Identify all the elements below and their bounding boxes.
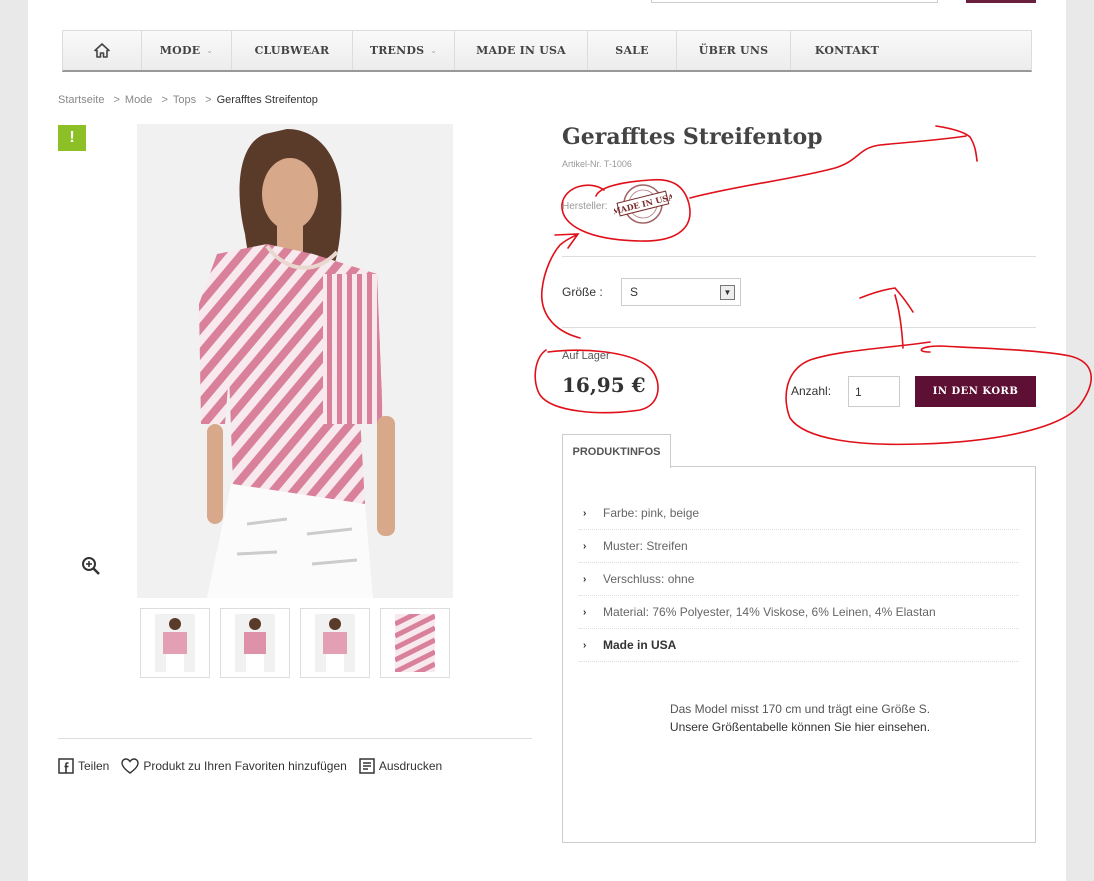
info-list-item: › Material: 76% Polyester, 14% Viskose, 6… [579,596,1019,629]
thumbnail-image [155,614,195,672]
size-value: S [630,285,639,299]
nav-item-sale[interactable]: SALE [588,31,677,70]
header-button[interactable] [966,0,1036,3]
add-to-cart-button[interactable]: IN DEN KORB [915,376,1036,407]
nav-item-mode[interactable]: MODE ⌄ [142,31,232,70]
size-label: Größe : [562,285,603,299]
thumbnail[interactable] [300,608,370,678]
print-label: Ausdrucken [378,759,443,773]
product-info-list: › Farbe: pink, beige › Muster: Streifen › Ver… [579,497,1019,662]
thumbnail-strip [140,608,450,678]
nav-label: SALE [615,44,649,57]
model-size-text: Das Model misst 170 cm und trägt eine Gr… [669,702,931,716]
breadcrumb-link-tops[interactable]: Tops [173,94,196,106]
product-image[interactable] [137,124,453,598]
info-text: Farbe: pink, beige [603,506,700,520]
chevron-right-icon: › [583,573,587,585]
thumbnail[interactable] [140,608,210,678]
nav-item-made-in-usa[interactable]: MADE IN USA [455,31,588,70]
breadcrumb-separator: > [205,94,212,106]
product-photo [137,124,453,598]
thumbnail[interactable] [380,608,450,678]
breadcrumb-link-mode[interactable]: Mode [125,94,153,106]
made-in-usa-seal-icon[interactable]: MADE IN USA [614,182,672,226]
product-info-panel: › Farbe: pink, beige › Muster: Streifen › Ver… [562,466,1036,843]
home-icon [94,43,110,58]
breadcrumb-current: Gerafftes Streifentop [216,94,318,106]
header-search-input[interactable] [651,0,938,3]
heart-icon [121,758,140,774]
size-chart-link[interactable]: Unsere Größentabelle können Sie hier ein… [563,718,1037,736]
nav-item-kontakt[interactable]: KONTAKT [791,31,903,70]
add-favorite-link[interactable]: Produkt zu Ihren Favoriten hinzufügen [121,758,347,774]
nav-label: CLUBWEAR [254,44,330,57]
nav-home[interactable] [63,31,142,70]
info-text: Muster: Streifen [603,539,688,553]
print-icon [359,758,375,774]
nav-item-clubwear[interactable]: CLUBWEAR [232,31,353,70]
chevron-right-icon: › [583,540,587,552]
product-price: 16,95 € [562,373,646,397]
share-facebook-link[interactable]: Teilen [58,758,109,774]
breadcrumb-separator: > [161,94,168,106]
quantity-input[interactable]: 1 [848,376,900,407]
info-text: Made in USA [603,638,677,652]
model-note: Das Model misst 170 cm und trägt eine Gr… [563,700,1037,736]
article-number: Artikel-Nr. T-1006 [562,159,632,169]
chevron-down-icon: ⌄ [206,46,214,55]
divider [58,738,532,739]
nav-label: MADE IN USA [476,44,566,57]
alert-badge: ! [58,125,86,151]
nav-item-trends[interactable]: TRENDS ⌄ [353,31,455,70]
nav-label: ÜBER UNS [698,44,769,57]
tab-produktinfos[interactable]: PRODUKTINFOS [562,434,671,468]
thumbnail-image [395,614,435,672]
breadcrumb-link-startseite[interactable]: Startseite [58,94,104,106]
chevron-right-icon: › [583,606,587,618]
nav-label: KONTAKT [814,44,880,57]
info-text: Verschluss: ohne [603,572,695,586]
divider [562,256,1036,257]
quantity-label: Anzahl: [791,384,832,398]
nav-item-ueber-uns[interactable]: ÜBER UNS [677,31,791,70]
page: MODE ⌄ CLUBWEAR TRENDS ⌄ MADE IN USA SALE … [28,0,1066,881]
favorite-label: Produkt zu Ihren Favoriten hinzufügen [143,759,347,773]
stock-status: Auf Lager [562,350,610,362]
manufacturer-label: Hersteller: [562,201,608,212]
zoom-in-icon[interactable] [81,556,101,576]
share-bar: Teilen Produkt zu Ihren Favoriten hinzuf… [58,758,454,774]
nav-label: TRENDS [369,44,425,57]
main-nav: MODE ⌄ CLUBWEAR TRENDS ⌄ MADE IN USA SALE … [62,30,1032,72]
info-list-item: › Muster: Streifen [579,530,1019,563]
size-select[interactable]: S ▼ [621,278,741,306]
chevron-down-icon: ⌄ [430,46,438,55]
share-label: Teilen [78,759,110,773]
breadcrumb: Startseite > Mode > Tops > Gerafftes Streifent… [58,94,322,106]
facebook-icon [58,758,74,774]
chevron-right-icon: › [583,507,587,519]
product-title: Gerafftes Streifentop [562,124,823,150]
nav-label: MODE [159,44,201,57]
dropdown-arrow-icon[interactable]: ▼ [720,285,735,300]
divider [562,327,1036,328]
thumbnail-image [315,614,355,672]
thumbnail[interactable] [220,608,290,678]
chevron-right-icon: › [583,639,587,651]
info-text: Material: 76% Polyester, 14% Viskose, 6%… [603,605,936,619]
info-list-item: › Made in USA [579,629,1019,662]
seal-text: MADE IN USA [614,191,672,216]
thumbnail-image [235,614,275,672]
info-list-item: › Verschluss: ohne [579,563,1019,596]
print-link[interactable]: Ausdrucken [359,758,442,774]
info-list-item: › Farbe: pink, beige [579,497,1019,530]
breadcrumb-separator: > [113,94,120,106]
